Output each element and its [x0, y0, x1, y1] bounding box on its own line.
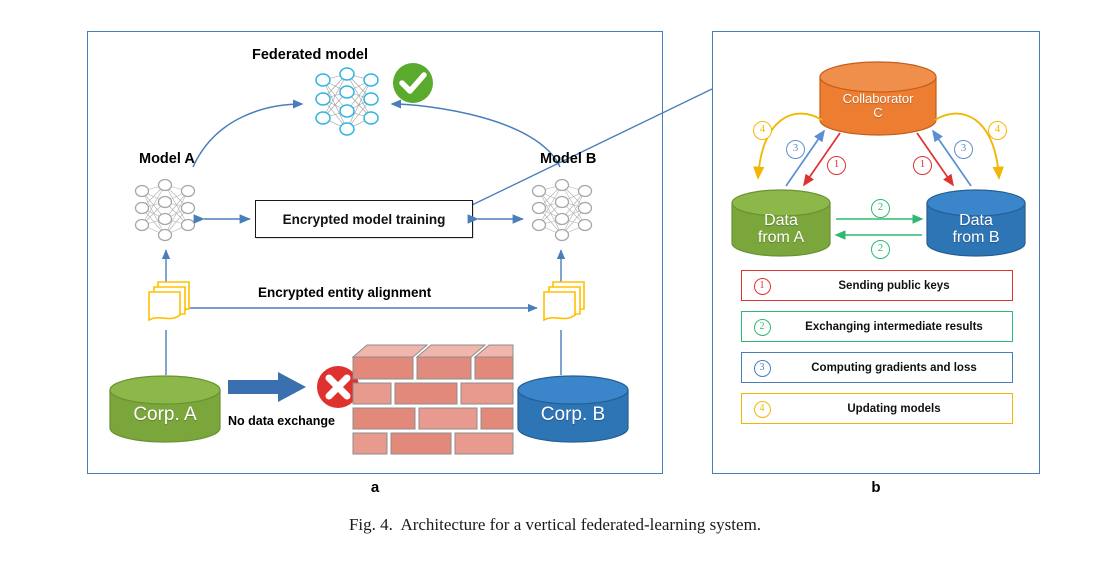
legend-number-1: 1	[742, 277, 782, 295]
legend-text-1: Sending public keys	[838, 279, 950, 292]
figure-caption: Fig. 4. Architecture for a vertical fede…	[348, 515, 762, 534]
data-from-a-label: Data from A	[757, 212, 805, 246]
legend-item-3: 3 Computing gradients and loss	[741, 352, 1013, 383]
step-badge-1-left: 1	[827, 156, 846, 175]
panel-b-label: b	[871, 479, 881, 496]
legend-text-3: Computing gradients and loss	[811, 361, 977, 374]
encrypted-model-training-box: Encrypted model training	[255, 200, 473, 238]
encrypted-entity-alignment-label: Encrypted entity alignment	[258, 285, 432, 300]
panel-a-label: a	[370, 479, 380, 496]
step-badge-3-right: 3	[954, 140, 973, 159]
legend-item-2: 2 Exchanging intermediate results	[741, 311, 1013, 342]
step-badge-4-right: 4	[988, 121, 1007, 140]
legend-number-2: 2	[742, 318, 782, 336]
data-from-b-cylinder: Data from B	[925, 188, 1027, 260]
no-data-exchange-label: No data exchange	[228, 414, 335, 428]
collaborator-label: Collaborator C	[842, 91, 914, 120]
model-a-title: Model A	[139, 151, 195, 167]
legend-text-2: Exchanging intermediate results	[805, 320, 983, 333]
figure-root: Federated model Model A Model B Encrypte…	[0, 0, 1110, 562]
corp-a-label: Corp. A	[133, 404, 197, 426]
corp-b-cylinder: Corp. B	[516, 374, 630, 444]
legend-item-1: 1 Sending public keys	[741, 270, 1013, 301]
data-from-a-cylinder: Data from A	[730, 188, 832, 260]
step-badge-2-bottom: 2	[871, 240, 890, 259]
federated-model-title: Federated model	[252, 47, 369, 63]
step-badge-3-left: 3	[786, 140, 805, 159]
step-badge-1-right: 1	[913, 156, 932, 175]
collaborator-cylinder: Collaborator C	[818, 60, 938, 138]
legend-number-4: 4	[742, 400, 782, 418]
step-badge-2-top: 2	[871, 199, 890, 218]
model-b-title: Model B	[540, 151, 597, 167]
corp-a-cylinder: Corp. A	[108, 374, 222, 444]
legend-text-4: Updating models	[847, 402, 941, 415]
legend-item-4: 4 Updating models	[741, 393, 1013, 424]
legend-number-3: 3	[742, 359, 782, 377]
step-badge-4-left: 4	[753, 121, 772, 140]
data-from-b-label: Data from B	[952, 212, 1000, 246]
corp-b-label: Corp. B	[540, 404, 606, 426]
